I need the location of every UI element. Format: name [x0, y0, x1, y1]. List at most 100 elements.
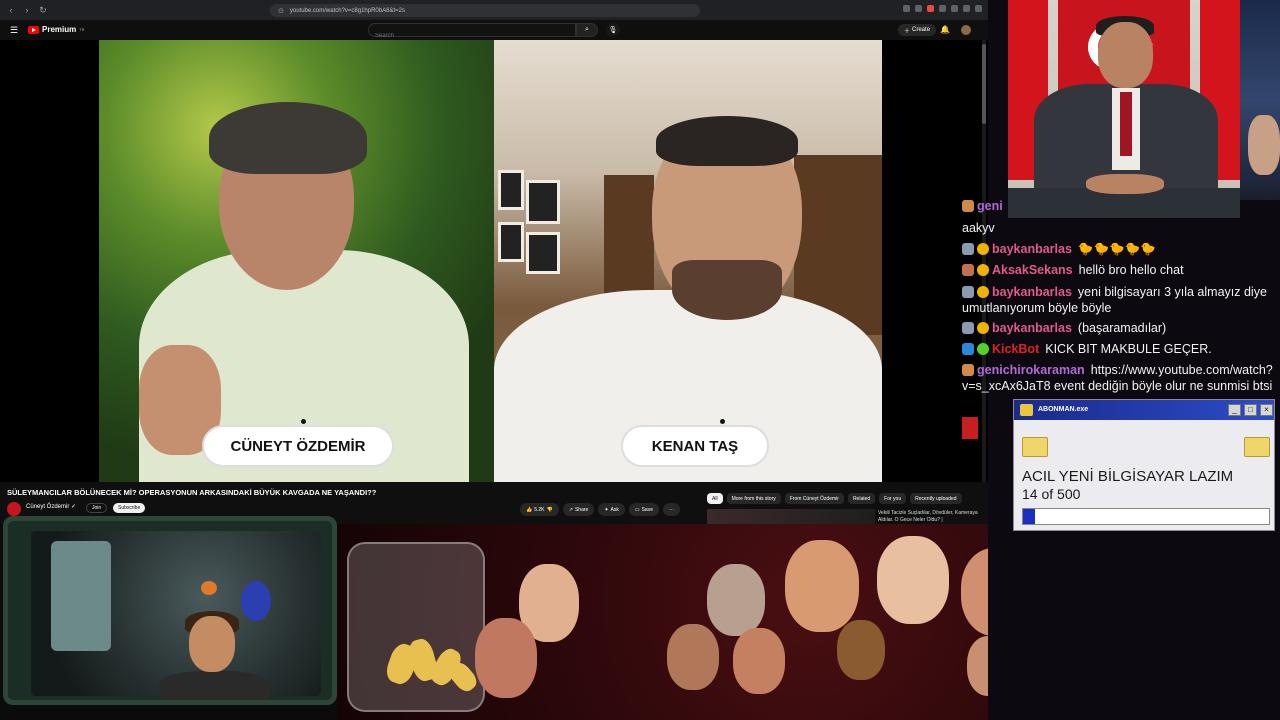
chat-text-continued: umutlanıyorum böyle böyle [962, 301, 1112, 315]
sub-badge-icon [977, 264, 989, 276]
reload-icon[interactable]: ↻ [38, 5, 48, 16]
search-icon: ⌕ [585, 26, 589, 33]
chat-message: baykanbarlas 🐤🐤🐤🐤🐤 [962, 241, 1156, 257]
user-badge-icon [962, 264, 974, 276]
donation-goal-popup: ABONMAN.exe _ □ × ACIL YENİ BİLGİSAYAR L… [1013, 399, 1275, 531]
politician-face [1098, 22, 1153, 88]
save-button[interactable]: ▭ Save [628, 503, 659, 516]
chat-text: hellö bro hello chat [1078, 263, 1184, 277]
chat-message: geni [962, 198, 1009, 214]
goal-progress-bar [1022, 508, 1270, 525]
chat-username[interactable]: baykanbarlas [992, 321, 1072, 335]
youtube-logo[interactable]: Premium TR [28, 25, 85, 34]
sub-badge-icon [977, 243, 989, 255]
badge-dot [301, 419, 306, 424]
share-button[interactable]: ↗ Share [562, 503, 595, 516]
channel-watermark[interactable] [962, 417, 978, 439]
verified-badge-icon [977, 343, 989, 355]
close-icon[interactable]: × [1260, 404, 1273, 416]
guest-name: KENAN TAŞ [651, 437, 739, 455]
join-label: Join [92, 505, 102, 511]
thumbs-down-icon[interactable]: 👎 [547, 507, 553, 513]
voice-search-button[interactable]: 🎙 [606, 23, 620, 37]
site-info-icon[interactable]: ⊙ [278, 7, 284, 15]
search-button[interactable]: ⌕ [576, 23, 598, 37]
sub-badge-icon [977, 322, 989, 334]
chat-message: genichirokaraman https://www.youtube.com/… [962, 362, 1273, 378]
chat-message-fragment: aakyv [962, 220, 995, 236]
jar-image [347, 542, 485, 712]
recommendation-chips: All More from this story From Cüneyt Özd… [707, 493, 962, 504]
extension-icon[interactable] [915, 5, 922, 12]
save-label: Save [641, 506, 653, 513]
chat-username[interactable]: KickBot [992, 342, 1039, 356]
guest-name-badge: KENAN TAŞ [621, 425, 769, 467]
side-face-image [1248, 115, 1280, 175]
channel-name[interactable]: Cüneyt Özdemir ✓ [26, 503, 76, 510]
chat-username[interactable]: baykanbarlas [992, 242, 1072, 256]
extension-icon[interactable] [951, 5, 958, 12]
chat-message: baykanbarlas yeni bilgisayarı 3 yıla alma… [962, 284, 1267, 300]
video-title: SÜLEYMANCILAR BÖLÜNECEK Mİ? OPERASYONUN … [7, 488, 377, 497]
chip-all[interactable]: All [707, 493, 723, 504]
hamburger-menu-icon[interactable]: ☰ [10, 25, 18, 36]
channel-avatar[interactable] [7, 502, 21, 516]
share-label: Share [574, 506, 589, 513]
extension-icon[interactable] [963, 5, 970, 12]
search-box [368, 23, 576, 42]
verified-icon: ✓ [71, 504, 77, 510]
create-label: Create [912, 27, 931, 33]
bookmark-icon: ▭ [634, 506, 640, 513]
video-actions: 👍 5.2K 👎 ↗ Share ✦ Ask ▭ Save ··· [520, 503, 680, 516]
goal-progress-fill [1023, 509, 1036, 524]
chip-more-from-story[interactable]: More from this story [726, 493, 781, 504]
chat-username[interactable]: geni [977, 199, 1003, 213]
video-player[interactable]: CÜNEYT ÖZDEMİR KENAN TAŞ [0, 40, 988, 482]
like-button[interactable]: 👍 5.2K 👎 [520, 503, 559, 516]
chip-from-channel[interactable]: From Cüneyt Özdemir [784, 493, 844, 504]
more-actions-button[interactable]: ··· [663, 503, 680, 516]
chat-username[interactable]: AksakSekans [992, 263, 1073, 277]
app-icon [1020, 404, 1033, 416]
user-badge-icon [962, 322, 974, 334]
account-avatar[interactable] [961, 25, 971, 35]
extension-icon[interactable] [927, 5, 934, 12]
stream-layout: ‹ › ↻ ⊙ youtube.com/watch?v=c8g1hpR0bA8&… [0, 0, 1280, 720]
extension-icon[interactable] [939, 5, 946, 12]
host-name: CÜNEYT ÖZDEMİR [230, 437, 366, 455]
chip-recently-uploaded[interactable]: Recently uploaded [910, 493, 962, 504]
more-icon: ··· [669, 506, 674, 513]
forward-icon[interactable]: › [22, 5, 32, 16]
popup-title: ABONMAN.exe [1038, 406, 1089, 413]
subscribe-label: Subscribe [118, 505, 141, 511]
related-video-thumbnail[interactable] [707, 509, 875, 524]
scrollbar-thumb[interactable] [982, 44, 986, 124]
chat-text-continued: v=s_xcAx6JaT8 event dediğin böyle olur n… [962, 379, 1273, 393]
user-badge-icon [962, 243, 974, 255]
notifications-icon[interactable]: 🔔 [940, 25, 950, 34]
maximize-icon[interactable]: □ [1244, 404, 1257, 416]
create-button[interactable]: ＋ Create [898, 24, 937, 36]
popup-titlebar[interactable]: ABONMAN.exe _ □ × [1014, 400, 1274, 420]
live-chat: geni aakyv baykanbarlas 🐤🐤🐤🐤🐤 AksakSekans… [960, 186, 1280, 396]
folder-icon [1022, 437, 1048, 457]
chat-username[interactable]: baykanbarlas [992, 285, 1072, 299]
chat-message: baykanbarlas (başaramadılar) [962, 320, 1166, 336]
chip-for-you[interactable]: For you [879, 493, 907, 504]
ask-label: Ask [610, 506, 619, 513]
back-icon[interactable]: ‹ [6, 5, 16, 16]
microphone-icon: 🎙 [608, 27, 618, 34]
chip-related[interactable]: Related [847, 493, 876, 504]
join-button[interactable]: Join [86, 503, 108, 513]
streamer-webcam [3, 516, 337, 705]
extension-icon[interactable] [903, 5, 910, 12]
channel-name-text: Cüneyt Özdemir [26, 504, 70, 510]
webcam-feed [31, 531, 321, 700]
ask-button[interactable]: ✦ Ask [598, 503, 625, 516]
subscribe-button[interactable]: Subscribe [113, 503, 146, 513]
menu-icon[interactable] [975, 5, 982, 12]
minimize-icon[interactable]: _ [1228, 404, 1241, 416]
chat-username[interactable]: genichirokaraman [977, 363, 1085, 377]
address-bar[interactable]: ⊙ youtube.com/watch?v=c8g1hpR0bA8&t=2s [270, 4, 700, 17]
related-video-title[interactable]: Vekili Tacizle Suçladılar, Dövdüler, Kam… [878, 510, 978, 524]
